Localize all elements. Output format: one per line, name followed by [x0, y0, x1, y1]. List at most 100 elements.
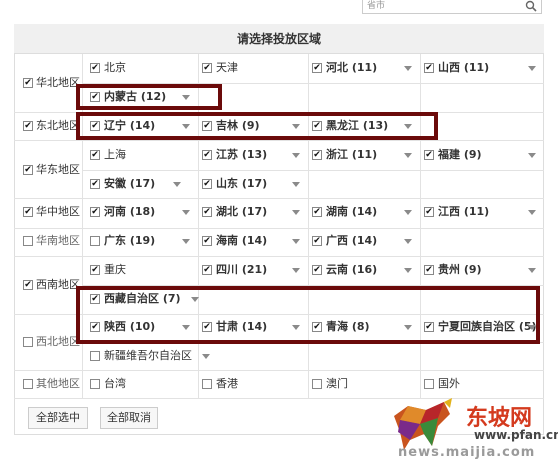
- row-divider: [82, 170, 544, 171]
- region-label[interactable]: 华南地区: [36, 234, 80, 248]
- select-all-button[interactable]: 全部选中: [28, 407, 88, 429]
- province-checkbox[interactable]: ✔: [424, 207, 434, 217]
- chevron-down-icon[interactable]: [528, 268, 536, 273]
- province-label[interactable]: 新疆维吾尔自治区: [104, 349, 192, 363]
- region-divider: [14, 198, 544, 199]
- region-checkbox[interactable]: ✔: [23, 121, 33, 131]
- chevron-down-icon[interactable]: [292, 268, 300, 273]
- province-checkbox[interactable]: [424, 379, 434, 389]
- province-checkbox[interactable]: ✔: [424, 63, 434, 73]
- province-checkbox[interactable]: ✔: [424, 150, 434, 160]
- province-checkbox[interactable]: ✔: [202, 207, 212, 217]
- province-checkbox[interactable]: [90, 379, 100, 389]
- highlight-box-tibet-northwest: [76, 286, 540, 344]
- chevron-down-icon[interactable]: [528, 66, 536, 71]
- province-checkbox[interactable]: ✔: [424, 265, 434, 275]
- province-checkbox[interactable]: ✔: [312, 265, 322, 275]
- chevron-down-icon[interactable]: [404, 268, 412, 273]
- province-checkbox[interactable]: ✔: [90, 207, 100, 217]
- column-divider: [308, 54, 309, 398]
- chevron-down-icon[interactable]: [404, 239, 412, 244]
- province-label[interactable]: 安徽 (17): [104, 177, 155, 191]
- province-label[interactable]: 台湾: [104, 377, 126, 391]
- region-label[interactable]: 东北地区: [36, 119, 80, 133]
- province-label[interactable]: 广东 (19): [104, 234, 155, 248]
- region-label[interactable]: 其他地区: [36, 377, 80, 391]
- chevron-down-icon[interactable]: [292, 182, 300, 187]
- province-label[interactable]: 广西 (14): [326, 234, 377, 248]
- search-input[interactable]: 省市: [362, 0, 542, 14]
- province-label[interactable]: 云南 (16): [326, 263, 377, 277]
- highlight-box-inner-mongolia: [76, 84, 222, 110]
- province-label[interactable]: 江西 (11): [438, 205, 489, 219]
- province-label[interactable]: 湖北 (17): [216, 205, 267, 219]
- region-label[interactable]: 西南地区: [36, 278, 80, 292]
- region-divider: [14, 256, 544, 257]
- province-label[interactable]: 上海: [104, 148, 126, 162]
- chevron-down-icon[interactable]: [292, 239, 300, 244]
- province-checkbox[interactable]: ✔: [90, 179, 100, 189]
- deselect-all-button[interactable]: 全部取消: [100, 407, 158, 429]
- chevron-down-icon[interactable]: [404, 66, 412, 71]
- province-label[interactable]: 贵州 (9): [438, 263, 482, 277]
- region-divider: [14, 398, 544, 399]
- province-label[interactable]: 香港: [216, 377, 238, 391]
- chevron-down-icon[interactable]: [173, 182, 181, 187]
- province-checkbox[interactable]: ✔: [312, 207, 322, 217]
- region-checkbox[interactable]: [23, 379, 33, 389]
- highlight-box-northeast: [76, 112, 438, 140]
- region-label[interactable]: 华中地区: [36, 205, 80, 219]
- province-label[interactable]: 山东 (17): [216, 177, 267, 191]
- chevron-down-icon[interactable]: [292, 153, 300, 158]
- province-checkbox[interactable]: ✔: [312, 150, 322, 160]
- region-checkbox[interactable]: ✔: [23, 164, 33, 175]
- region-label[interactable]: 西北地区: [36, 335, 80, 349]
- search-icon[interactable]: [524, 0, 538, 12]
- province-checkbox[interactable]: [90, 236, 100, 246]
- province-checkbox[interactable]: [312, 379, 322, 389]
- province-label[interactable]: 澳门: [326, 377, 348, 391]
- province-checkbox[interactable]: ✔: [202, 150, 212, 160]
- chevron-down-icon[interactable]: [182, 239, 190, 244]
- province-label[interactable]: 海南 (14): [216, 234, 267, 248]
- region-checkbox[interactable]: ✔: [23, 279, 33, 290]
- province-label[interactable]: 河北 (11): [326, 61, 377, 75]
- province-label[interactable]: 天津: [216, 61, 238, 75]
- region-label[interactable]: 华北地区: [36, 76, 80, 90]
- province-checkbox[interactable]: ✔: [202, 236, 212, 246]
- province-label[interactable]: 河南 (18): [104, 205, 155, 219]
- province-checkbox[interactable]: ✔: [90, 265, 100, 275]
- province-label[interactable]: 湖南 (14): [326, 205, 377, 219]
- chevron-down-icon[interactable]: [404, 153, 412, 158]
- region-checkbox[interactable]: ✔: [23, 207, 33, 217]
- province-checkbox[interactable]: ✔: [312, 63, 322, 73]
- province-label[interactable]: 四川 (21): [216, 263, 267, 277]
- chevron-down-icon[interactable]: [182, 210, 190, 215]
- region-checkbox[interactable]: [23, 236, 33, 246]
- province-label[interactable]: 江苏 (13): [216, 148, 267, 162]
- province-label[interactable]: 浙江 (11): [326, 148, 377, 162]
- chevron-down-icon[interactable]: [528, 153, 536, 158]
- province-checkbox[interactable]: ✔: [202, 179, 212, 189]
- province-label[interactable]: 北京: [104, 61, 126, 75]
- province-checkbox[interactable]: ✔: [202, 265, 212, 275]
- chevron-down-icon[interactable]: [404, 210, 412, 215]
- province-label[interactable]: 国外: [438, 377, 460, 391]
- province-label[interactable]: 重庆: [104, 263, 126, 277]
- watermark-domain: www.pfan.cn: [474, 428, 558, 442]
- province-label[interactable]: 山西 (11): [438, 61, 489, 75]
- province-checkbox[interactable]: ✔: [90, 150, 100, 160]
- chevron-down-icon[interactable]: [202, 354, 210, 359]
- region-label[interactable]: 华东地区: [36, 163, 80, 177]
- province-checkbox[interactable]: [202, 379, 212, 389]
- region-checkbox[interactable]: [23, 336, 33, 347]
- province-checkbox[interactable]: [90, 351, 100, 361]
- region-checkbox[interactable]: ✔: [23, 77, 33, 88]
- chevron-down-icon[interactable]: [292, 210, 300, 215]
- province-label[interactable]: 福建 (9): [438, 148, 482, 162]
- province-checkbox[interactable]: ✔: [90, 63, 100, 73]
- chevron-down-icon[interactable]: [528, 210, 536, 215]
- province-checkbox[interactable]: ✔: [312, 236, 322, 246]
- province-checkbox[interactable]: ✔: [202, 63, 212, 73]
- column-divider: [420, 54, 421, 398]
